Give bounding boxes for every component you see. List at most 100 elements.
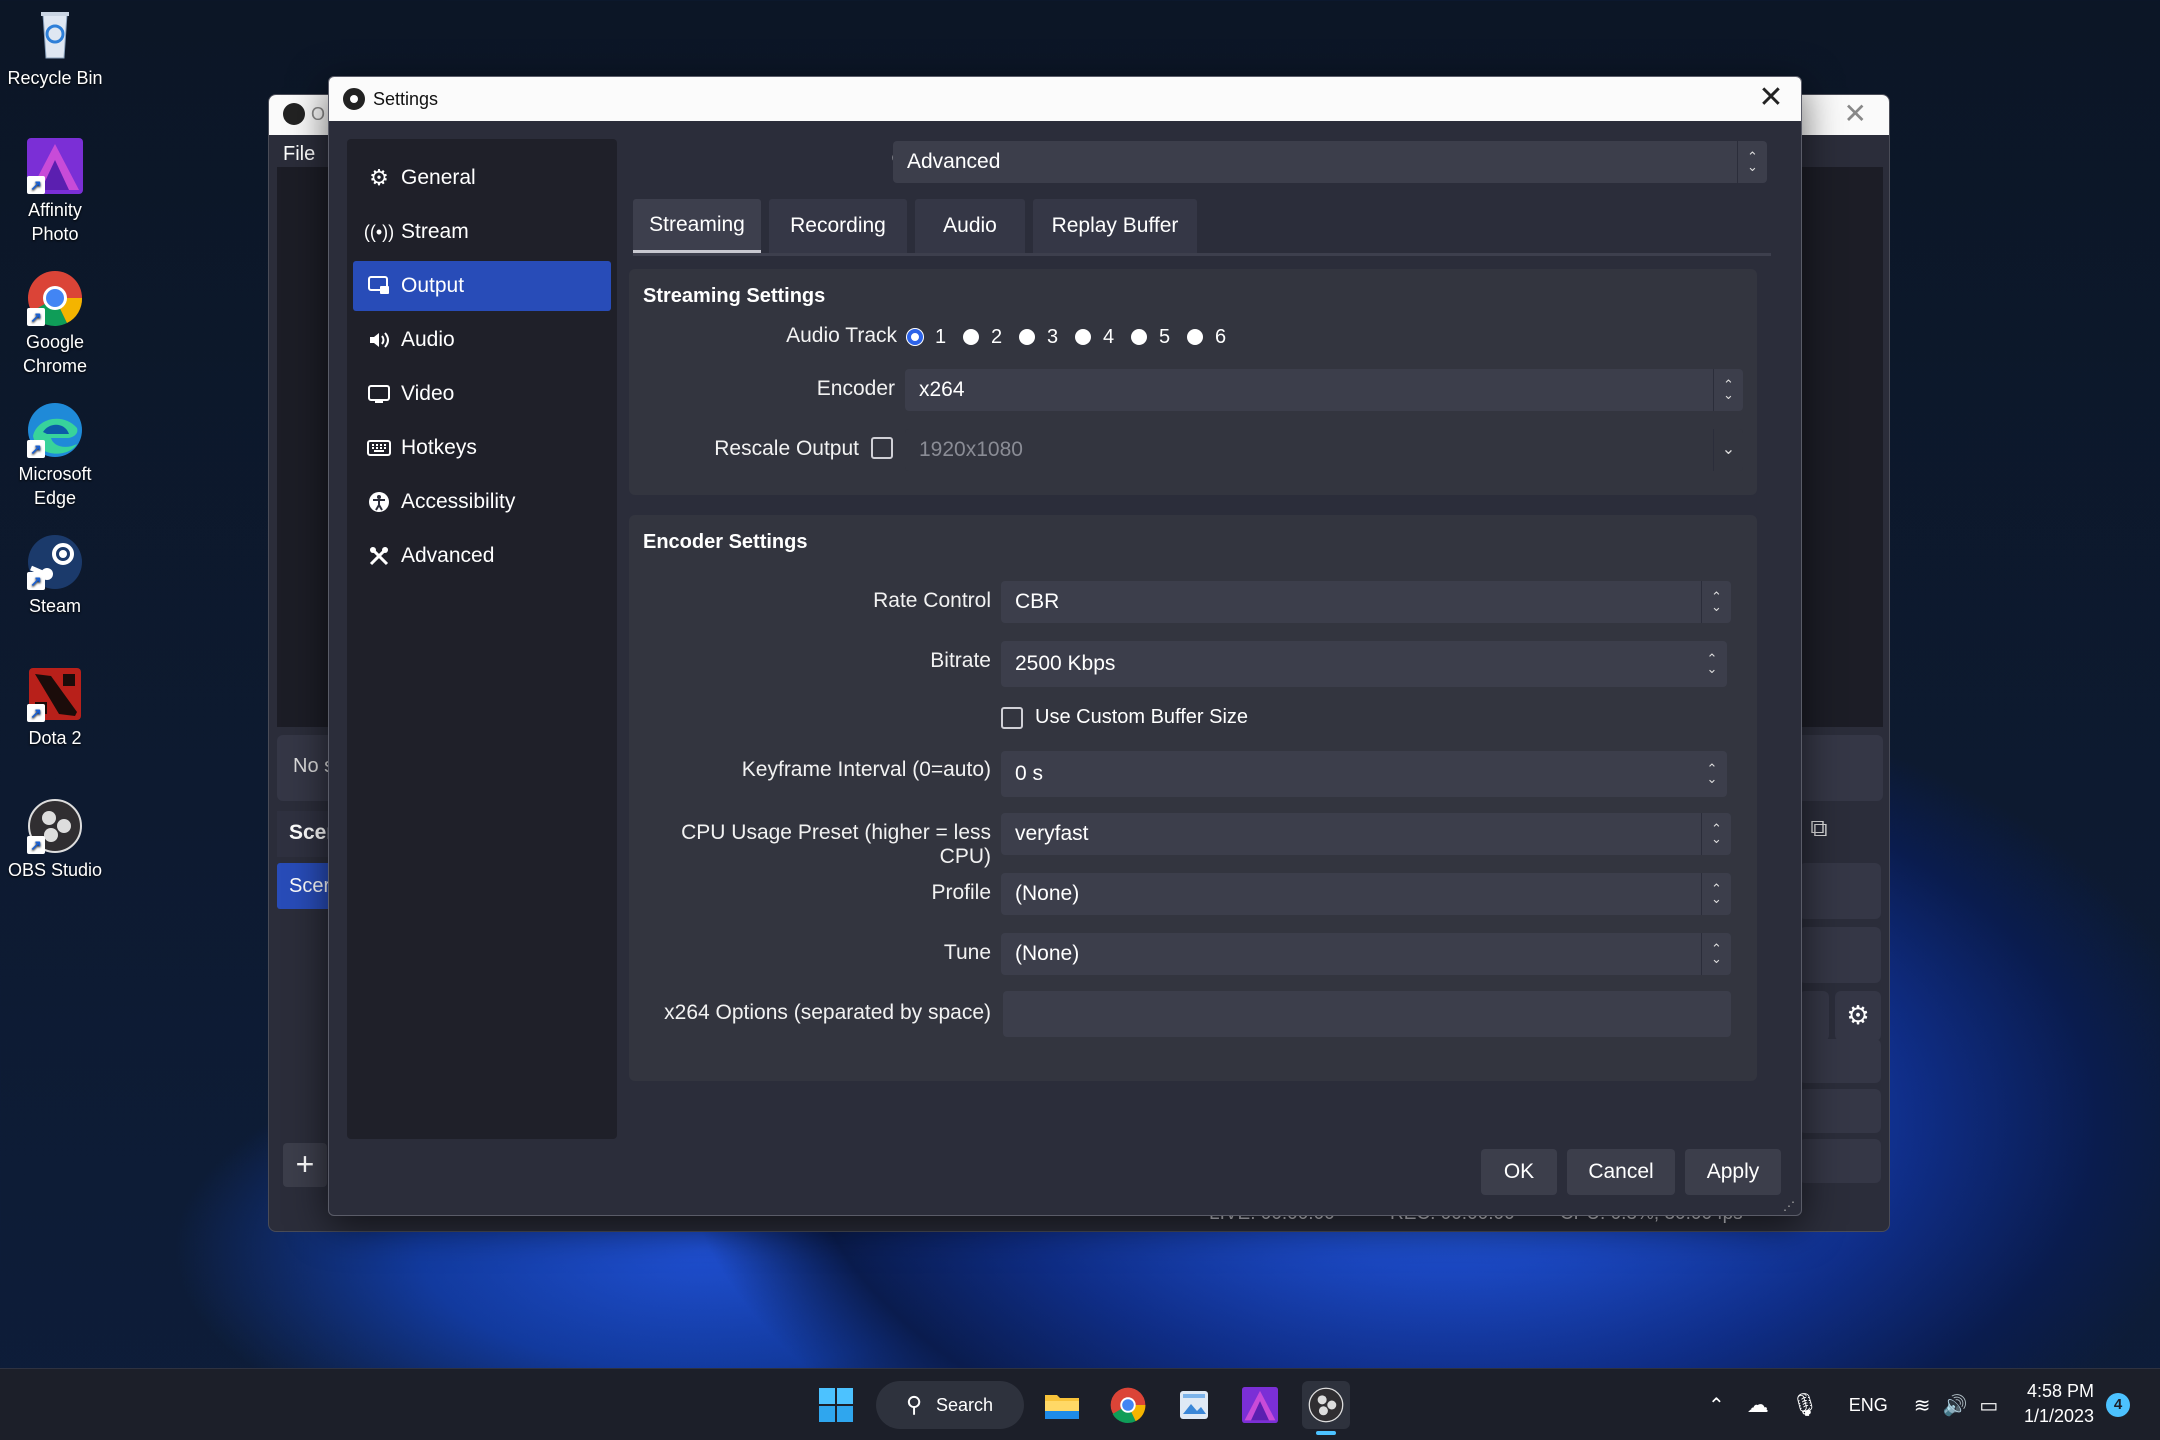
chevron-updown-icon: ⌃ ⌄	[1713, 369, 1743, 411]
radio-track-5[interactable]	[1131, 329, 1147, 345]
windows-logo-icon	[819, 1388, 853, 1422]
profile-select[interactable]: (None) ⌃ ⌄	[1001, 873, 1731, 915]
add-scene-button[interactable]: +	[283, 1143, 327, 1187]
control-button-4[interactable]	[1799, 1039, 1881, 1083]
encoder-select[interactable]: x264 ⌃ ⌄	[905, 369, 1743, 411]
x264-options-input[interactable]	[1003, 991, 1731, 1037]
control-button-3[interactable]	[1799, 991, 1829, 1041]
sidebar-item-audio[interactable]: Audio	[353, 315, 611, 365]
sidebar-item-advanced[interactable]: Advanced	[353, 531, 611, 581]
notification-badge[interactable]: 4	[2106, 1393, 2130, 1417]
sidebar-item-stream[interactable]: ((•)) Stream	[353, 207, 611, 257]
tab-recording[interactable]: Recording	[769, 199, 907, 253]
desktop-icon-obs[interactable]: ↗ OBS Studio	[6, 798, 104, 882]
edge-icon: ↗	[27, 402, 83, 458]
image-viewer-icon[interactable]	[1170, 1381, 1218, 1429]
keyframe-interval-spinbox[interactable]: 0 s ⌃ ⌄	[1001, 751, 1727, 797]
desktop-icon-label: Affinity Photo	[28, 200, 82, 244]
sidebar-item-label: Stream	[401, 220, 469, 243]
obs-logo-icon	[283, 103, 305, 125]
sidebar-item-label: Advanced	[401, 544, 495, 567]
dock-undock-icon[interactable]: ⧉	[1799, 815, 1839, 845]
radio-track-4[interactable]	[1075, 329, 1091, 345]
affinity-photo-icon[interactable]	[1236, 1381, 1284, 1429]
radio-track-6[interactable]	[1187, 329, 1203, 345]
tab-audio[interactable]: Audio	[915, 199, 1025, 253]
apply-button[interactable]: Apply	[1685, 1149, 1781, 1195]
desktop-icon-edge[interactable]: ↗ Microsoft Edge	[6, 402, 104, 510]
keyboard-icon	[367, 436, 391, 460]
language-indicator[interactable]: ENG	[1849, 1395, 1888, 1416]
sidebar-item-output[interactable]: Output	[353, 261, 611, 311]
menu-file[interactable]: File	[283, 143, 315, 166]
streaming-settings-title: Streaming Settings	[643, 285, 826, 307]
battery-icon[interactable]: ▭	[1979, 1393, 1998, 1418]
bitrate-spinbox[interactable]: 2500 Kbps ⌃ ⌄	[1001, 641, 1727, 687]
speaker-icon	[367, 328, 391, 352]
file-explorer-icon[interactable]	[1038, 1381, 1086, 1429]
radio-track-2[interactable]	[963, 329, 979, 345]
clock[interactable]: 4:58 PM 1/1/2023	[2024, 1379, 2094, 1429]
main-close-icon[interactable]: ✕	[1844, 97, 1867, 130]
desktop-icon-label: Recycle Bin	[7, 68, 103, 88]
settings-gear-icon[interactable]: ⚙	[1835, 991, 1881, 1041]
settings-dialog: Settings ✕ ⚙ General ((•)) Stream Output A…	[328, 76, 1802, 1216]
desktop-icon-chrome[interactable]: ↗ Google Chrome	[6, 270, 104, 378]
streaming-settings-group: Streaming Settings Audio Track 1 2 3 4 5…	[629, 269, 1757, 495]
rescale-output-select[interactable]: 1920x1080 ⌄	[905, 429, 1743, 471]
radio-label: 2	[991, 326, 1003, 348]
start-button[interactable]	[812, 1381, 860, 1429]
desktop-icon-steam[interactable]: ↗ Steam	[6, 534, 104, 618]
sidebar-item-hotkeys[interactable]: Hotkeys	[353, 423, 611, 473]
clock-date: 1/1/2023	[2024, 1406, 2095, 1426]
tab-replay-buffer[interactable]: Replay Buffer	[1033, 199, 1197, 253]
chevron-up-icon[interactable]: ⌃	[1708, 1393, 1725, 1418]
obs-taskbar-icon[interactable]	[1302, 1381, 1350, 1435]
chevron-updown-icon: ⌃ ⌄	[1701, 873, 1731, 915]
output-mode-select[interactable]: Advanced ⌃ ⌄	[893, 141, 1767, 183]
radio-track-1[interactable]	[907, 329, 923, 345]
control-button-1[interactable]	[1799, 863, 1881, 919]
cloud-icon[interactable]: ☁	[1747, 1392, 1769, 1418]
gear-icon: ⚙	[369, 165, 389, 190]
tune-value: (None)	[1015, 942, 1080, 965]
tune-select[interactable]: (None) ⌃ ⌄	[1001, 933, 1731, 975]
sidebar-item-video[interactable]: Video	[353, 369, 611, 419]
close-icon[interactable]: ✕	[1751, 81, 1791, 117]
rate-control-select[interactable]: CBR ⌃ ⌄	[1001, 581, 1731, 623]
radio-label: 6	[1215, 326, 1227, 348]
microphone-icon[interactable]: 🎙	[1791, 1392, 1819, 1418]
settings-titlebar: Settings ✕	[329, 77, 1801, 121]
control-button-5[interactable]	[1799, 1089, 1881, 1133]
radio-label: 4	[1103, 326, 1115, 348]
control-button-6[interactable]	[1799, 1139, 1881, 1183]
cancel-button[interactable]: Cancel	[1567, 1149, 1675, 1195]
chrome-icon[interactable]	[1104, 1381, 1152, 1429]
active-indicator	[1316, 1431, 1336, 1435]
cpu-preset-select[interactable]: veryfast ⌃ ⌄	[1001, 813, 1731, 855]
desktop-icon-recycle-bin[interactable]: Recycle Bin	[6, 6, 104, 90]
resize-grip-icon[interactable]: ⋰	[1783, 1199, 1795, 1213]
sidebar-item-label: Video	[401, 382, 455, 405]
wifi-icon[interactable]: ≋	[1914, 1393, 1931, 1418]
desktop-icon-dota2[interactable]: ↗ Dota 2	[6, 666, 104, 750]
control-button-2[interactable]	[1799, 927, 1881, 983]
taskbar-search[interactable]: ⚲ Search	[876, 1381, 1024, 1429]
rescale-output-checkbox[interactable]	[871, 437, 893, 459]
ok-button[interactable]: OK	[1481, 1149, 1557, 1195]
sidebar-item-accessibility[interactable]: Accessibility	[353, 477, 611, 527]
desktop-icon-affinity-photo[interactable]: ↗ Affinity Photo	[6, 138, 104, 246]
profile-label: Profile	[931, 881, 991, 904]
tray-icons: ⌃ ☁ 🎙 ENG ≋ 🔊 ▭	[1708, 1369, 1998, 1440]
volume-icon[interactable]: 🔊	[1942, 1393, 1967, 1418]
sidebar-item-label: Audio	[401, 328, 455, 351]
settings-sidebar: ⚙ General ((•)) Stream Output Audio Video …	[347, 139, 617, 1139]
radio-track-3[interactable]	[1019, 329, 1035, 345]
tab-streaming[interactable]: Streaming	[633, 199, 761, 253]
custom-buffer-checkbox[interactable]	[1001, 707, 1023, 729]
rescale-value: 1920x1080	[919, 438, 1023, 461]
encoder-label: Encoder	[816, 377, 895, 400]
sidebar-item-general[interactable]: ⚙ General	[353, 153, 611, 203]
audio-track-label: Audio Track	[786, 324, 897, 347]
affinity-photo-icon: ↗	[27, 138, 83, 194]
